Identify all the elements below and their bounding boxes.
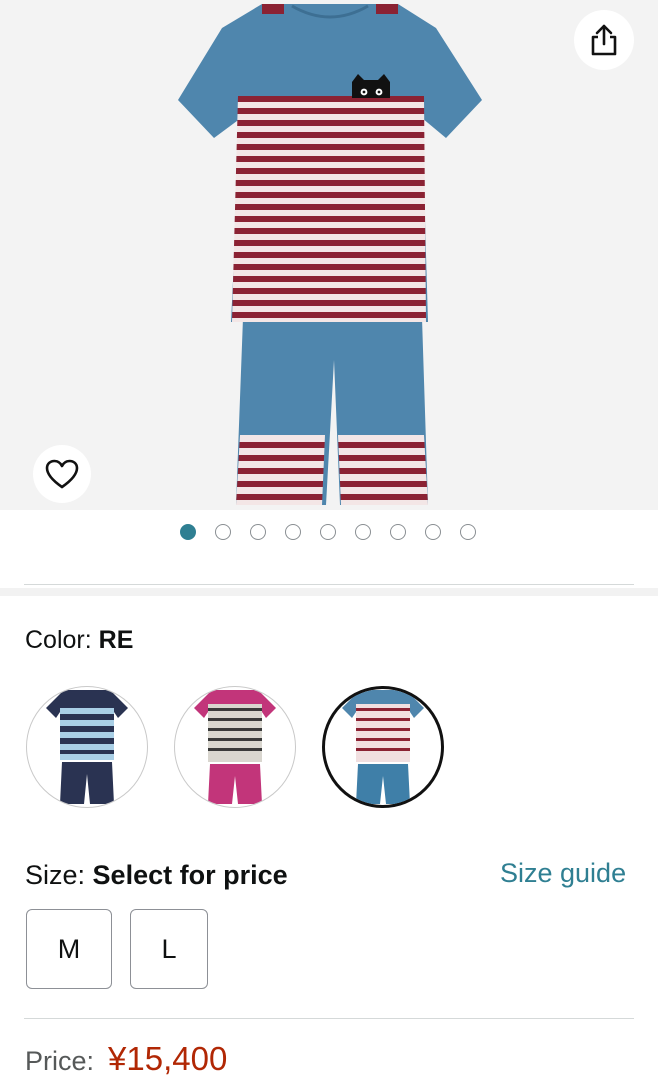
share-icon	[591, 24, 617, 56]
color-swatch-navy-blue[interactable]	[26, 686, 148, 808]
swatch-thumbnail	[46, 690, 128, 804]
carousel-dot[interactable]	[460, 524, 476, 540]
size-selection-label: Size: Select for price	[25, 860, 288, 891]
section-divider	[24, 1018, 634, 1019]
carousel-dot[interactable]	[215, 524, 231, 540]
color-swatch-pink-grey[interactable]	[174, 686, 296, 808]
image-carousel-indicator	[180, 524, 476, 540]
add-to-favorites-button[interactable]	[33, 445, 91, 503]
product-image-gallery[interactable]	[0, 0, 658, 510]
price-label: Price:	[25, 1046, 95, 1076]
selected-color-value: RE	[98, 626, 134, 654]
color-selection-label: Color: RE	[25, 626, 133, 655]
carousel-dot[interactable]	[355, 524, 371, 540]
carousel-dot[interactable]	[320, 524, 336, 540]
section-band	[0, 588, 658, 596]
color-label: Color:	[25, 626, 92, 654]
color-swatch-red-blue[interactable]	[322, 686, 444, 808]
price-row: Price: ¥15,400	[25, 1040, 227, 1078]
size-value: Select for price	[92, 860, 288, 890]
carousel-dot[interactable]	[180, 524, 196, 540]
size-options: M L	[26, 909, 208, 989]
swatch-thumbnail	[194, 690, 276, 804]
swatch-thumbnail	[342, 690, 424, 804]
size-guide-link[interactable]: Size guide	[500, 858, 626, 889]
heart-icon	[45, 459, 79, 489]
color-swatches	[26, 686, 444, 808]
section-divider	[24, 584, 634, 585]
carousel-dot[interactable]	[250, 524, 266, 540]
carousel-dot[interactable]	[390, 524, 406, 540]
carousel-dot[interactable]	[285, 524, 301, 540]
carousel-dot[interactable]	[425, 524, 441, 540]
size-option-m[interactable]: M	[26, 909, 112, 989]
price-amount: ¥15,400	[108, 1040, 228, 1077]
share-button[interactable]	[574, 10, 634, 70]
size-option-l[interactable]: L	[130, 909, 208, 989]
product-photo	[178, 4, 482, 505]
size-label: Size:	[25, 860, 86, 890]
